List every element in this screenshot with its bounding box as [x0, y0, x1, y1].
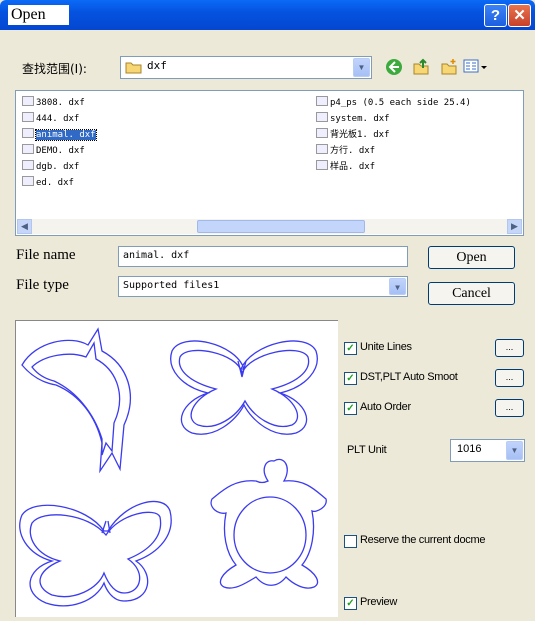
auto-order-label: Auto Order — [360, 401, 411, 413]
auto-order-settings-button[interactable]: ... — [495, 399, 524, 417]
chevron-down-icon[interactable]: ▼ — [506, 441, 523, 460]
unite-lines-settings-button[interactable]: ... — [495, 339, 524, 357]
dxf-file-icon — [22, 112, 34, 122]
horizontal-scrollbar[interactable]: ◀ ▶ — [17, 219, 522, 234]
chevron-down-icon[interactable]: ▼ — [389, 278, 406, 295]
dxf-file-icon — [22, 144, 34, 154]
list-item[interactable]: 背光板1. dxf — [316, 128, 390, 143]
file-type-label: File type — [16, 277, 69, 293]
cancel-button[interactable]: Cancel — [428, 282, 515, 305]
dxf-file-icon — [316, 144, 328, 154]
list-item[interactable]: dgb. dxf — [22, 160, 79, 175]
close-button[interactable]: ✕ — [508, 4, 531, 27]
list-item[interactable]: 3808. dxf — [22, 96, 85, 111]
list-item[interactable]: 444. dxf — [22, 112, 79, 127]
plt-unit-select[interactable]: 1016 ▼ — [450, 439, 525, 462]
scroll-left-icon[interactable]: ◀ — [17, 219, 32, 234]
list-item[interactable]: DEMO. dxf — [22, 144, 85, 159]
auto-smooth-label: DST,PLT Auto Smoot — [360, 371, 458, 383]
open-button[interactable]: Open — [428, 246, 515, 269]
list-item[interactable]: 方行. dxf — [316, 144, 375, 159]
unite-lines-label: Unite Lines — [360, 341, 412, 353]
look-in-combo[interactable]: dxf ▼ — [120, 56, 372, 79]
auto-smooth-settings-button[interactable]: ... — [495, 369, 524, 387]
unite-lines-checkbox[interactable]: ✓ — [344, 342, 357, 355]
help-button[interactable]: ? — [484, 4, 507, 27]
title-bar[interactable]: Open ? ✕ — [0, 0, 535, 30]
plt-unit-label: PLT Unit — [347, 444, 387, 456]
file-name-label: File name — [16, 247, 76, 263]
back-icon[interactable] — [385, 58, 403, 76]
list-item[interactable]: ed. dxf — [22, 176, 74, 191]
preview-checkbox[interactable]: ✓ — [344, 597, 357, 610]
file-list[interactable]: 3808. dxf 444. dxf animal. dxf DEMO. dxf… — [15, 90, 524, 236]
view-menu-icon[interactable] — [463, 58, 489, 76]
preview-canvas — [19, 327, 327, 607]
list-item[interactable]: system. dxf — [316, 112, 390, 127]
dxf-file-icon — [22, 176, 34, 186]
dolphin-shape — [21, 327, 131, 474]
dxf-file-icon — [316, 96, 328, 106]
auto-smooth-checkbox[interactable]: ✓ — [344, 372, 357, 385]
list-item[interactable]: p4_ps (0.5 each side 25.4) — [316, 96, 521, 111]
dxf-file-icon — [316, 112, 328, 122]
list-item-selected[interactable]: animal. dxf — [22, 128, 97, 143]
dxf-file-icon — [316, 160, 328, 170]
scroll-right-icon[interactable]: ▶ — [507, 219, 522, 234]
new-folder-icon[interactable] — [440, 58, 458, 76]
butterfly-shape — [19, 500, 172, 607]
reserve-document-checkbox[interactable] — [344, 535, 357, 548]
look-in-value: dxf — [147, 59, 167, 72]
preview-label: Preview — [360, 596, 398, 608]
list-item[interactable]: 样品. dxf — [316, 160, 375, 175]
dxf-file-icon — [22, 96, 34, 106]
dxf-file-icon — [22, 160, 34, 170]
file-name-input[interactable]: animal. dxf — [118, 246, 408, 267]
look-in-label: 查找范围(I): — [22, 62, 87, 76]
folder-icon — [125, 62, 142, 74]
turtle-shape — [210, 458, 327, 589]
dxf-file-icon — [316, 128, 328, 138]
scroll-thumb[interactable] — [197, 220, 365, 233]
plt-unit-value: 1016 — [457, 443, 482, 455]
dxf-file-icon — [22, 128, 34, 138]
up-folder-icon[interactable] — [412, 58, 430, 76]
file-type-select[interactable]: Supported files1 ▼ — [118, 276, 408, 297]
butterfly-shape — [170, 340, 318, 435]
open-dialog: Open ? ✕ 查找范围(I): dxf ▼ 3808. dxf 444. d… — [0, 0, 535, 617]
file-type-value: Supported files1 — [123, 280, 220, 291]
window-title: Open — [8, 5, 69, 25]
preview-pane — [15, 320, 338, 617]
auto-order-checkbox[interactable]: ✓ — [344, 402, 357, 415]
reserve-document-label: Reserve the current docme — [360, 534, 486, 546]
chevron-down-icon[interactable]: ▼ — [353, 58, 370, 77]
